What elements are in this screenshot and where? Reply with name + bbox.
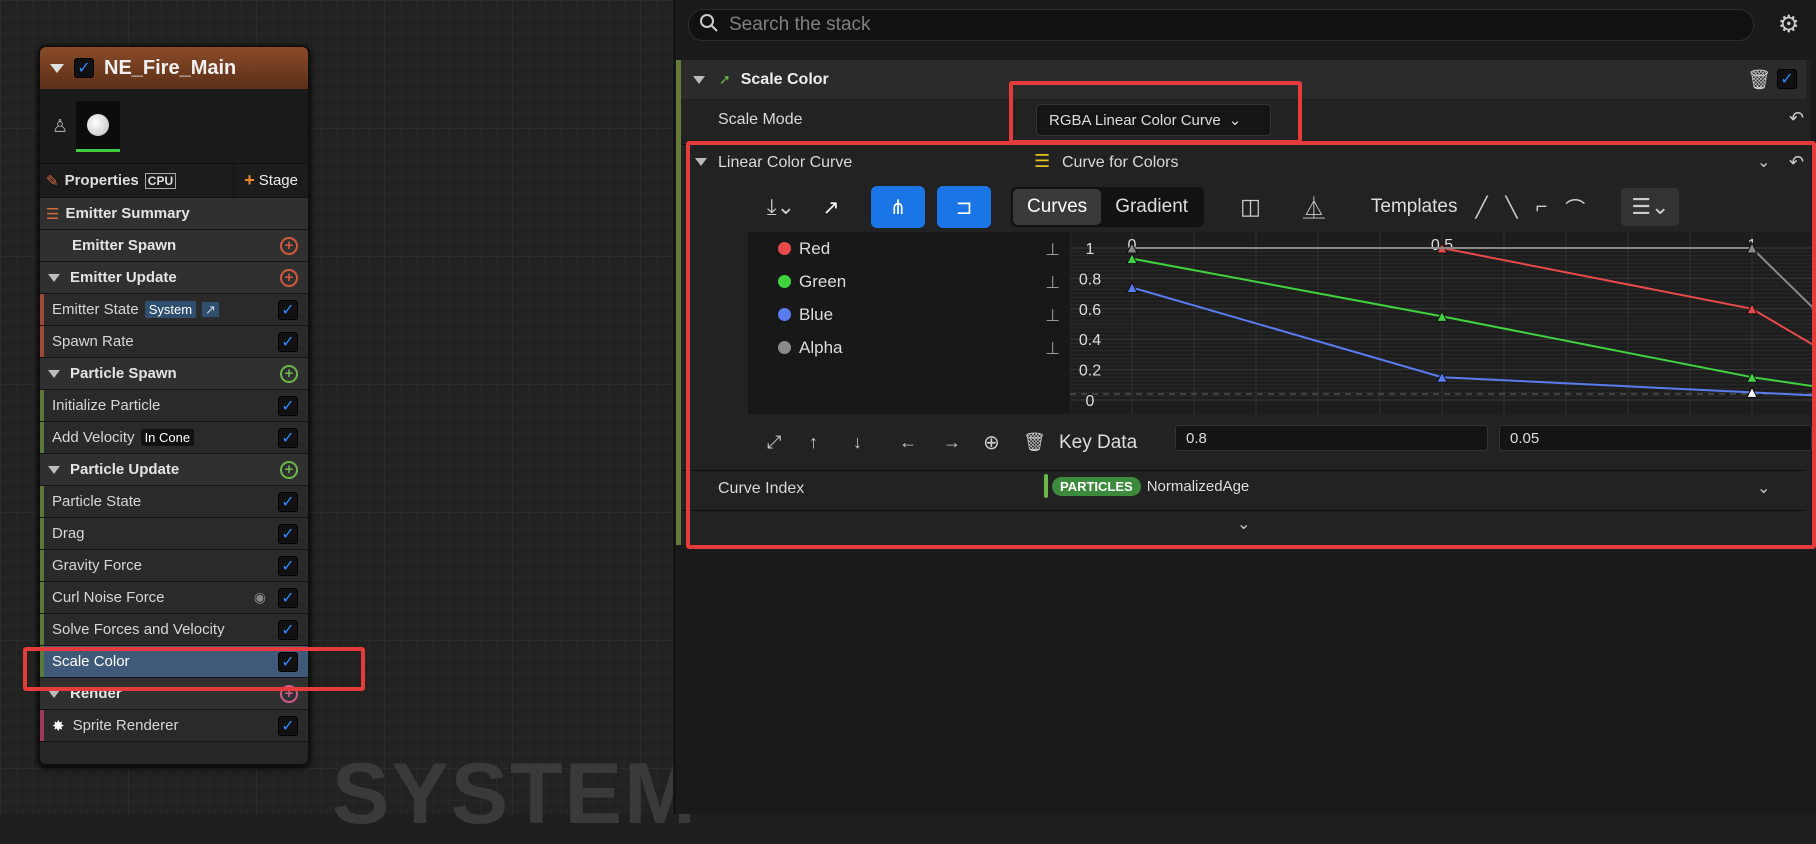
module-drag[interactable]: Drag ✓	[40, 518, 308, 550]
module-gravity-force[interactable]: Gravity Force ✓	[40, 550, 308, 582]
reset-icon[interactable]: ↶	[1789, 108, 1804, 129]
module-stripe	[40, 710, 44, 741]
emitter-summary[interactable]: ☰ Emitter Summary	[40, 198, 308, 230]
tab-properties[interactable]: ✎ Properties CPU	[40, 172, 233, 190]
add-stage-button[interactable]: + Stage	[233, 164, 308, 197]
plus-icon: +	[244, 170, 255, 190]
module-stripe	[40, 326, 44, 357]
emitter-thumbnail[interactable]	[76, 100, 121, 152]
module-solve-forces[interactable]: Solve Forces and Velocity ✓	[40, 614, 308, 646]
emitter-spawn-section[interactable]: Emitter Spawn +	[40, 230, 308, 262]
particle-spawn-section[interactable]: Particle Spawn +	[40, 358, 308, 390]
module-stripe	[40, 518, 44, 549]
module-label: Spawn Rate	[52, 333, 134, 350]
add-module-icon[interactable]: +	[280, 364, 298, 383]
module-stripe	[40, 294, 44, 325]
module-checkbox[interactable]: ✓	[278, 299, 298, 320]
sprite-preview-icon	[87, 113, 110, 136]
module-enable-checkbox[interactable]: ✓	[1777, 69, 1797, 89]
emitter-enable-checkbox[interactable]: ✓	[74, 58, 94, 78]
eye-icon[interactable]: ◉	[254, 589, 266, 606]
scale-color-highlight	[23, 647, 365, 691]
module-curl-noise-force[interactable]: Curl Noise Force ◉ ✓	[40, 582, 308, 614]
module-checkbox[interactable]: ✓	[278, 715, 298, 736]
collapse-arrow-icon[interactable]	[48, 465, 60, 474]
module-sprite-renderer[interactable]: ✸ Sprite Renderer ✓	[40, 710, 308, 742]
module-checkbox[interactable]: ✓	[278, 555, 298, 576]
search-icon	[699, 13, 719, 38]
module-label: Solve Forces and Velocity	[52, 621, 225, 638]
module-checkbox[interactable]: ✓	[278, 331, 298, 352]
module-arrow-icon: ➚	[719, 71, 731, 87]
collapse-arrow-icon[interactable]	[50, 63, 64, 73]
scale-mode-label: Scale Mode	[718, 111, 803, 128]
emitter-thumbnail-row: ♙	[40, 89, 308, 163]
module-label: Sprite Renderer	[72, 717, 179, 734]
in-cone-tag: In Cone	[140, 429, 195, 446]
module-label: Gravity Force	[52, 557, 143, 574]
pencil-icon: ✎	[46, 172, 59, 190]
curve-section-highlight	[686, 141, 1816, 549]
module-checkbox[interactable]: ✓	[278, 427, 298, 448]
emitter-header[interactable]: ✓ NE_Fire_Main	[40, 47, 308, 89]
module-checkbox[interactable]: ✓	[278, 619, 298, 640]
particle-update-section[interactable]: Particle Update +	[40, 454, 308, 486]
search-input[interactable]: Search the stack	[729, 14, 871, 36]
collapse-arrow-icon[interactable]	[48, 273, 60, 282]
emitter-update-section[interactable]: Emitter Update +	[40, 262, 308, 294]
module-checkbox[interactable]: ✓	[278, 587, 298, 608]
properties-label: Properties	[64, 172, 139, 189]
emitter-tabs: ✎ Properties CPU + Stage	[40, 163, 308, 198]
module-add-velocity[interactable]: Add Velocity In Cone ✓	[40, 422, 308, 454]
list-icon: ☰	[46, 205, 60, 223]
module-label: Initialize Particle	[52, 397, 161, 414]
collapse-arrow-icon[interactable]	[48, 369, 60, 378]
stack-search[interactable]: Search the stack	[688, 9, 1754, 41]
system-tag: System	[144, 301, 197, 318]
module-label: Add Velocity	[52, 429, 135, 446]
emitter-title: NE_Fire_Main	[104, 56, 237, 79]
collapse-arrow-icon[interactable]	[693, 75, 705, 84]
scale-mode-highlight	[1009, 81, 1302, 144]
module-emitter-state[interactable]: Emitter State System ↗ ✓	[40, 294, 308, 326]
add-module-icon[interactable]: +	[280, 236, 298, 255]
link-icon[interactable]: ↗	[202, 302, 219, 317]
add-module-icon[interactable]: +	[280, 460, 298, 479]
trash-icon[interactable]: 🗑	[1747, 68, 1771, 92]
module-stripe	[40, 422, 44, 453]
add-module-icon[interactable]: +	[280, 268, 298, 287]
module-checkbox[interactable]: ✓	[278, 395, 298, 416]
module-stripe	[40, 614, 44, 645]
module-stripe	[40, 582, 44, 613]
cpu-label: CPU	[144, 172, 177, 189]
module-stripe	[40, 390, 44, 421]
module-particle-state[interactable]: Particle State ✓	[40, 486, 308, 518]
module-checkbox[interactable]: ✓	[278, 491, 298, 512]
module-title: Scale Color	[740, 70, 829, 88]
system-watermark: SYSTEM	[332, 746, 698, 842]
module-initialize-particle[interactable]: Initialize Particle ✓	[40, 390, 308, 422]
gear-icon[interactable]: ⚙	[1778, 10, 1800, 39]
module-label: Drag	[52, 525, 85, 542]
sprite-star-icon: ✸	[52, 717, 65, 735]
module-checkbox[interactable]: ✓	[278, 523, 298, 544]
module-label: Particle State	[52, 493, 142, 510]
module-label: Curl Noise Force	[52, 589, 165, 606]
figure-icon[interactable]: ♙	[52, 116, 68, 137]
stage-label: Stage	[258, 172, 298, 189]
module-spawn-rate[interactable]: Spawn Rate ✓	[40, 326, 308, 358]
module-stripe	[40, 486, 44, 517]
module-stripe	[40, 550, 44, 581]
module-label: Emitter State	[52, 301, 139, 318]
